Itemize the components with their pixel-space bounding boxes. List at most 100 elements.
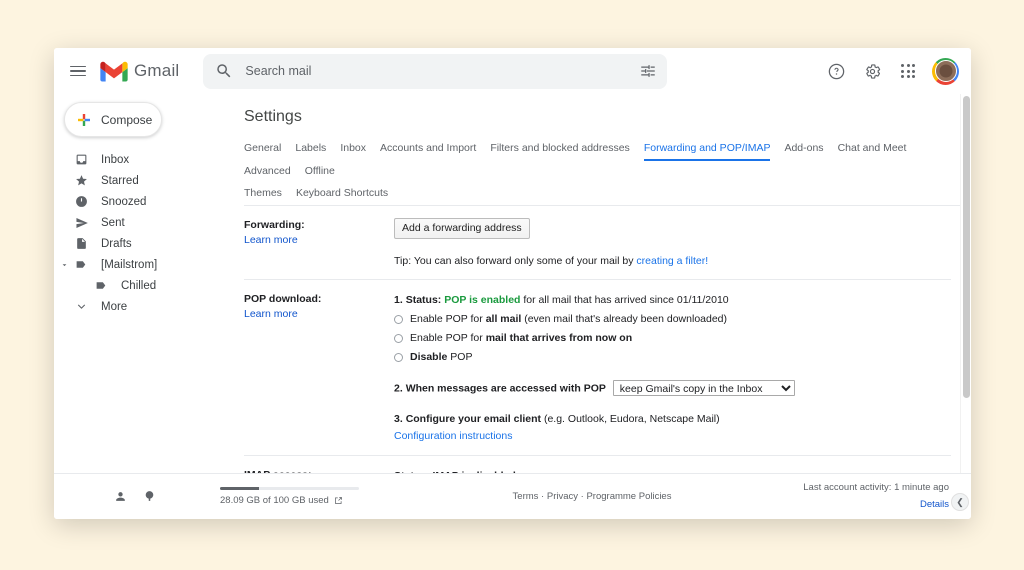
sidebar-item-drafts[interactable]: Drafts [54, 233, 220, 254]
sidebar-item-label: Drafts [101, 237, 132, 250]
forwarding-tip: Tip: You can also forward only some of y… [394, 253, 951, 270]
collapse-panel-button[interactable]: ❮ [951, 493, 969, 511]
plus-icon [78, 113, 90, 126]
privacy-link[interactable]: Privacy [547, 491, 578, 502]
legal-sep-1: · [538, 491, 547, 502]
programme-policies-link[interactable]: Programme Policies [586, 491, 671, 502]
pop-option-all-mail[interactable]: Enable POP for all mail (even mail that'… [394, 311, 951, 328]
inbox-icon [74, 153, 89, 166]
pop-access-select[interactable]: keep Gmail's copy in the Inboxmark Gmail… [612, 379, 795, 396]
vertical-scrollbar[interactable] [960, 94, 971, 473]
add-forwarding-address-button[interactable]: Add a forwarding address [394, 218, 530, 239]
tab-add-ons[interactable]: Add-ons [784, 138, 823, 161]
activity-details-link[interactable]: Details [774, 497, 949, 513]
pop-label-col: POP download: Learn more [244, 292, 394, 445]
pop-option-disable-label: Disable POP [410, 350, 473, 363]
sidebar-item-label: Sent [101, 216, 125, 229]
sidebar-item-more[interactable]: More [54, 296, 220, 317]
pop-option-disable[interactable]: Disable POP [394, 349, 951, 366]
send-icon [74, 216, 89, 230]
tab-general[interactable]: General [244, 138, 281, 161]
tab-labels[interactable]: Labels [295, 138, 326, 161]
contacts-icon[interactable] [114, 490, 127, 503]
scrollbar-thumb[interactable] [963, 96, 970, 398]
pop-status-line: 1. Status: POP is enabled for all mail t… [394, 292, 951, 309]
forwarding-label-col: Forwarding: Learn more [244, 218, 394, 269]
clock-icon [74, 195, 89, 208]
tab-themes[interactable]: Themes [244, 184, 282, 205]
settings-tabs: General Labels Inbox Accounts and Import… [244, 138, 971, 206]
footer-main: 28.09 GB of 100 GB used Terms · Privacy … [220, 480, 971, 512]
help-button[interactable] [820, 55, 852, 87]
sidebar-item-label: Inbox [101, 153, 130, 166]
sidebar-item-label: [Mailstrom] [101, 258, 158, 271]
apps-grid-icon [901, 64, 915, 78]
search-options-icon[interactable] [639, 62, 657, 80]
settings-tabs-row-1: General Labels Inbox Accounts and Import… [244, 138, 943, 184]
pop-label: POP download: [244, 293, 322, 306]
create-filter-link[interactable]: creating a filter! [636, 255, 708, 267]
tab-advanced[interactable]: Advanced [244, 161, 291, 184]
external-link-icon[interactable] [334, 496, 343, 505]
radio-pop-from-now-on[interactable] [394, 333, 403, 343]
compose-button[interactable]: Compose [64, 102, 162, 137]
tab-inbox[interactable]: Inbox [340, 138, 366, 161]
label-icon [94, 279, 109, 292]
radio-pop-disable[interactable] [394, 352, 403, 362]
chevron-down-icon [74, 300, 89, 313]
pop-step3-label: Configure your email client [405, 413, 542, 426]
pop-option-from-now-on[interactable]: Enable POP for mail that arrives from no… [394, 330, 951, 347]
avatar[interactable] [932, 57, 959, 85]
google-apps-button[interactable] [892, 55, 924, 87]
tab-keyboard-shortcuts[interactable]: Keyboard Shortcuts [296, 184, 388, 205]
search-icon [217, 64, 231, 78]
pop-step1-number: 1. [394, 294, 403, 307]
sidebar-item-mailstrom[interactable]: [Mailstrom] [54, 254, 220, 275]
terms-link[interactable]: Terms [513, 491, 539, 502]
storage-widget: 28.09 GB of 100 GB used [220, 487, 410, 506]
gmail-brand[interactable]: Gmail [100, 61, 179, 82]
pop-learn-more-link[interactable]: Learn more [244, 308, 384, 320]
app-header: Gmail [54, 48, 971, 94]
chat-icon[interactable] [143, 490, 156, 503]
tab-chat-and-meet[interactable]: Chat and Meet [838, 138, 907, 161]
storage-bar-fill [220, 487, 259, 490]
pop-step2-label: When messages are accessed with POP [405, 382, 606, 395]
sidebar-item-starred[interactable]: Starred [54, 170, 220, 191]
pop-step3: 3. Configure your email client (e.g. Out… [394, 411, 951, 428]
radio-pop-all-mail[interactable] [394, 315, 403, 325]
sidebar-item-label: Chilled [121, 279, 157, 292]
tab-accounts-and-import[interactable]: Accounts and Import [380, 138, 476, 161]
settings-button[interactable] [856, 55, 888, 87]
tab-offline[interactable]: Offline [305, 161, 335, 184]
footer-legal: Terms · Privacy · Programme Policies [410, 491, 774, 502]
forwarding-label: Forwarding: [244, 219, 305, 231]
pop-download-section: POP download: Learn more 1. Status: POP … [244, 280, 951, 456]
storage-text-row: 28.09 GB of 100 GB used [220, 495, 410, 506]
app-body: Compose Inbox Starred Snoozed Sent Draft… [54, 94, 971, 473]
tab-forwarding-and-pop-imap[interactable]: Forwarding and POP/IMAP [643, 138, 770, 161]
page-title: Settings [244, 108, 302, 125]
tab-filters-and-blocked-addresses[interactable]: Filters and blocked addresses [490, 138, 630, 161]
gmail-logo-icon [100, 61, 128, 81]
sidebar-item-snoozed[interactable]: Snoozed [54, 191, 220, 212]
pop-step2-number: 2. [394, 382, 403, 395]
footer-left-icons [54, 490, 220, 503]
pop-option-all-mail-label: Enable POP for all mail (even mail that'… [410, 313, 728, 326]
sidebar-item-inbox[interactable]: Inbox [54, 149, 220, 170]
pop-status-value: POP is enabled [444, 294, 521, 307]
gear-icon [865, 63, 880, 79]
settings-scroll-area: Forwarding: Learn more Add a forwarding … [244, 206, 971, 473]
forwarding-learn-more-link[interactable]: Learn more [244, 234, 384, 246]
main-menu-button[interactable] [62, 55, 94, 87]
search-bar[interactable] [203, 53, 668, 89]
header-actions [820, 55, 959, 87]
sidebar-item-sent[interactable]: Sent [54, 212, 220, 233]
sidebar-item-chilled[interactable]: Chilled [54, 275, 220, 296]
settings-tabs-row-2: Themes Keyboard Shortcuts [244, 184, 943, 205]
storage-text: 28.09 GB of 100 GB used [220, 495, 329, 506]
search-input[interactable] [245, 64, 640, 78]
pop-status-tail: for all mail that has arrived since 01/1… [523, 294, 729, 307]
pop-option-from-now-on-label: Enable POP for mail that arrives from no… [410, 331, 633, 344]
pop-configuration-instructions-link[interactable]: Configuration instructions [394, 428, 951, 445]
